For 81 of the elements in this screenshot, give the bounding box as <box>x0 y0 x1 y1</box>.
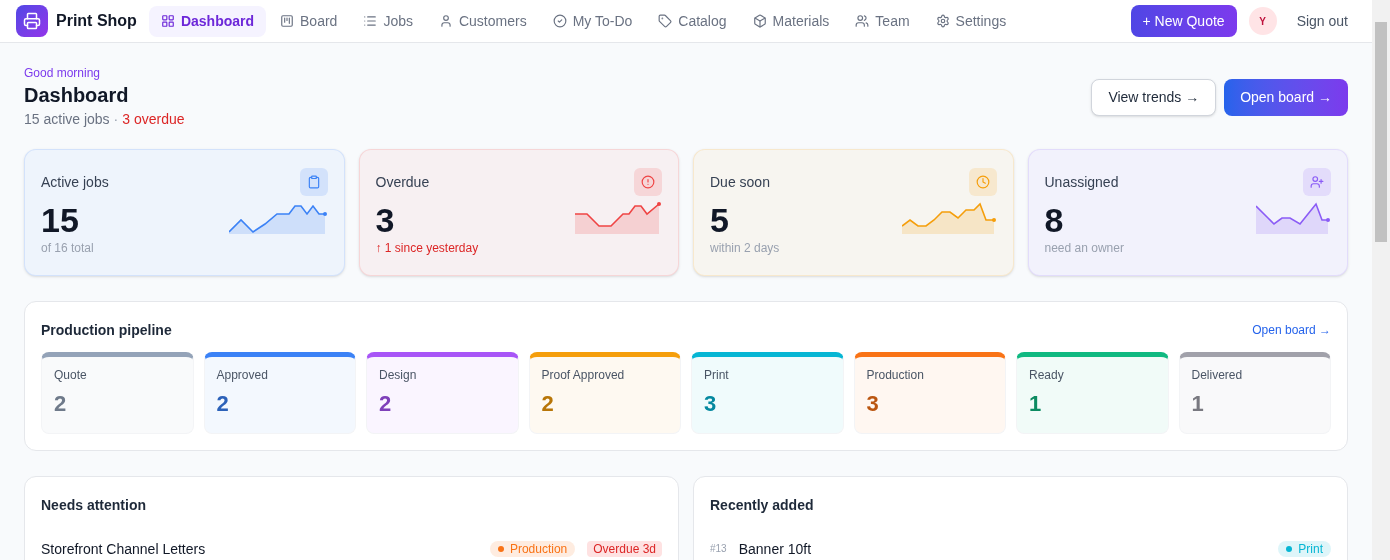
view-trends-button[interactable]: View trends → <box>1091 78 1217 116</box>
user-avatar[interactable]: Y <box>1248 7 1277 35</box>
stage-badge: Print <box>1278 541 1331 557</box>
sign-out-button[interactable]: Sign out <box>1296 11 1348 31</box>
stage-card[interactable]: Ready 1 <box>1016 352 1169 434</box>
stage-count: 3 <box>866 390 880 418</box>
nav-tab[interactable]: Materials <box>740 5 842 37</box>
section-title: Needs attention <box>41 496 147 515</box>
stage-count: 1 <box>1191 390 1205 418</box>
stat-value: 8 <box>1044 200 1065 240</box>
separator-dot: · <box>113 110 119 129</box>
stage-name: Production <box>866 367 925 383</box>
new-quote-button[interactable]: + New Quote <box>1130 5 1237 37</box>
stage-count: 2 <box>216 390 230 418</box>
stage-count: 2 <box>541 390 555 418</box>
overdue-badge: Overdue 3d <box>587 541 662 557</box>
stat-label: Active jobs <box>41 173 109 192</box>
stage-name: Print <box>704 367 730 383</box>
scrollbar[interactable] <box>1372 0 1390 560</box>
stage-card[interactable]: Delivered 1 <box>1178 352 1331 434</box>
nav-tab[interactable]: Customers <box>426 5 539 37</box>
stage-card[interactable]: Design 2 <box>366 352 519 434</box>
cube-icon <box>752 14 767 28</box>
stage-badge: Production <box>489 541 576 557</box>
stat-value: 3 <box>375 200 396 240</box>
greeting-text: Good morning <box>24 65 102 81</box>
section-title: Recently added <box>710 496 815 515</box>
stage-card[interactable]: Approved 2 <box>203 352 356 434</box>
open-board-link[interactable]: Open board → <box>1252 322 1331 338</box>
clipboard-icon <box>299 168 328 196</box>
stat-label: Due soon <box>710 173 770 192</box>
stage-count: 2 <box>379 390 393 418</box>
stage-card[interactable]: Print 3 <box>691 352 844 434</box>
job-number: #13 <box>710 542 727 556</box>
stage-card[interactable]: Quote 2 <box>41 352 194 434</box>
job-name[interactable]: Banner 10ft <box>738 541 812 557</box>
user-icon <box>438 14 453 28</box>
stage-name: Delivered <box>1191 367 1244 383</box>
stage-count: 3 <box>704 390 718 418</box>
check-circle-icon <box>552 14 567 28</box>
stat-note: of 16 total <box>41 240 94 256</box>
stage-count: 1 <box>1029 390 1043 418</box>
board-icon <box>280 14 294 28</box>
stat-note: within 2 days <box>710 240 780 256</box>
active-jobs-summary: 15 active jobs <box>24 110 110 129</box>
open-board-button[interactable]: Open board → <box>1224 78 1348 116</box>
nav-tab[interactable]: Dashboard <box>148 5 266 37</box>
overdue-summary: 3 overdue <box>122 110 185 129</box>
stage-count: 2 <box>54 390 68 418</box>
stage-card[interactable]: Proof Approved 2 <box>528 352 681 434</box>
nav-tab[interactable]: Catalog <box>646 5 739 37</box>
stage-name: Approved <box>216 367 269 383</box>
nav-tab[interactable]: Board <box>268 5 350 37</box>
brand-name: Print Shop <box>56 11 137 31</box>
stat-value: 15 <box>41 200 80 240</box>
stat-note: ↑ 1 since yesterday <box>375 240 479 256</box>
clock-icon <box>968 168 997 196</box>
stage-name: Quote <box>54 367 88 383</box>
grid-icon <box>160 14 175 28</box>
nav-tab[interactable]: Settings <box>923 5 1019 37</box>
stage-name: Ready <box>1029 367 1065 383</box>
settings-icon <box>935 14 950 28</box>
stage-card[interactable]: Production 3 <box>853 352 1006 434</box>
user-plus-icon <box>1303 168 1331 196</box>
stat-label: Overdue <box>375 173 430 192</box>
alert-icon <box>634 168 662 196</box>
users-icon <box>855 14 870 28</box>
section-title: Production pipeline <box>41 321 172 340</box>
page-title: Dashboard <box>24 83 130 108</box>
stage-name: Design <box>379 367 418 383</box>
list-icon <box>363 14 378 28</box>
nav-tab[interactable]: Jobs <box>351 5 425 37</box>
stat-value: 5 <box>710 200 730 240</box>
stage-name: Proof Approved <box>541 367 626 383</box>
printer-logo-icon <box>16 5 48 37</box>
stat-label: Unassigned <box>1044 173 1119 192</box>
job-name[interactable]: Storefront Channel Letters <box>41 541 206 557</box>
stat-note: need an owner <box>1044 240 1124 256</box>
nav-tab[interactable]: Team <box>843 5 922 37</box>
tag-icon <box>658 14 673 28</box>
nav-tab[interactable]: My To-Do <box>540 5 645 37</box>
